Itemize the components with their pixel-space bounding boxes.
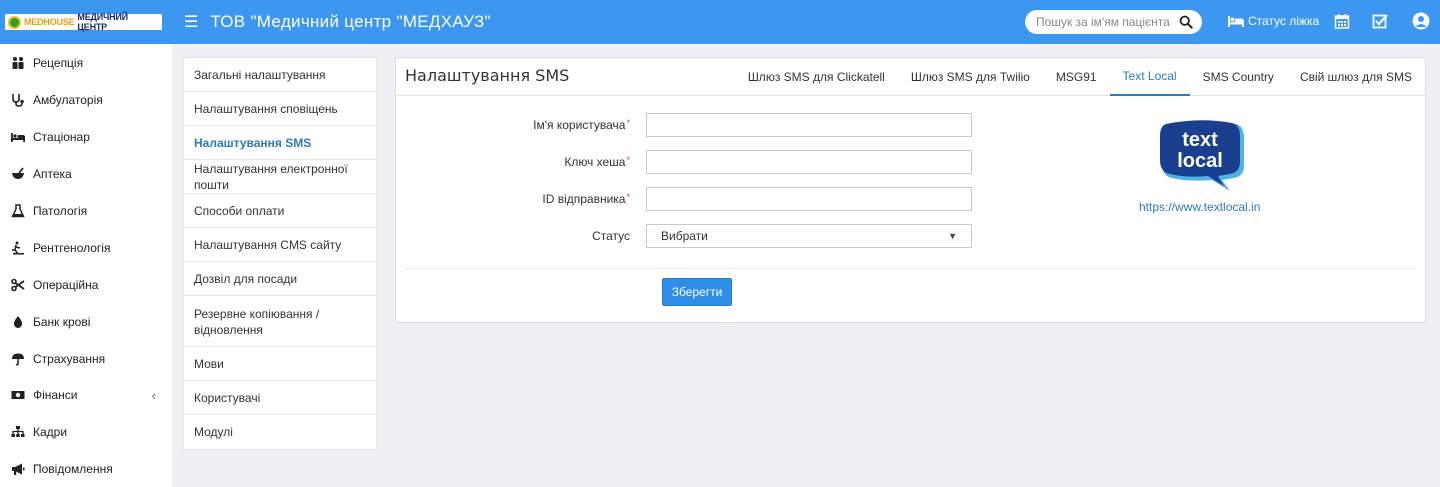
sitemap-icon	[11, 426, 25, 438]
blood-drop-icon	[13, 315, 23, 328]
sidebar-item-blood-bank[interactable]: Банк крові	[0, 303, 172, 340]
sidebar-item-label: Амбулаторія	[33, 93, 103, 108]
scissors-icon	[11, 278, 25, 292]
search-icon[interactable]	[1179, 15, 1193, 29]
sms-gateway-tabs: Шлюз SMS для Clickatell Шлюз SMS для Twi…	[735, 58, 1425, 96]
sidebar-item-operating[interactable]: Операційна	[0, 266, 172, 303]
sidebar-item-insurance[interactable]: Страхування	[0, 340, 172, 377]
logo-box: MEDHOUSE МЕДИЧНИЙ ЦЕНТР	[5, 12, 162, 32]
patient-search	[1025, 10, 1202, 34]
user-avatar-icon[interactable]	[1412, 12, 1430, 30]
tab-twilio[interactable]: Шлюз SMS для Twilio	[898, 58, 1043, 96]
settings-menu: Загальні налаштування Налаштування спові…	[183, 57, 377, 450]
sidebar-item-label: Операційна	[33, 277, 99, 292]
task-check-icon[interactable]	[1372, 13, 1388, 29]
stethoscope-icon	[12, 94, 24, 108]
textlocal-link[interactable]: https://www.textlocal.in	[1139, 200, 1260, 214]
sidebar-item-finance[interactable]: Фінанси ‹	[0, 377, 172, 414]
status-label: Статус	[592, 229, 630, 243]
sidebar-item-reception[interactable]: Рецепція	[0, 45, 172, 82]
tab-sms-country[interactable]: SMS Country	[1190, 58, 1287, 96]
tab-msg91[interactable]: MSG91	[1043, 58, 1110, 96]
status-row: Статус Вибрати ▼	[396, 224, 972, 248]
tab-text-local[interactable]: Text Local	[1109, 58, 1190, 96]
status-selected-value: Вибрати	[661, 229, 708, 243]
sender-id-input[interactable]	[646, 187, 972, 211]
settings-item-payment-methods[interactable]: Способи оплати	[184, 194, 376, 228]
settings-item-languages[interactable]: Мови	[184, 347, 376, 381]
patient-search-input[interactable]	[1036, 15, 1176, 29]
username-label: Ім'я користувача*	[533, 118, 630, 132]
sidebar-item-label: Банк крові	[33, 314, 91, 329]
sidebar-item-radiology[interactable]: Рентгенологія	[0, 229, 172, 266]
sidebar-item-label: Рецепція	[33, 56, 84, 71]
sidebar-item-label: Патологія	[33, 204, 88, 218]
sender-id-label: ID відправника*	[542, 192, 630, 206]
top-navbar: MEDHOUSE МЕДИЧНИЙ ЦЕНТР ☰ ТОВ "Медичний …	[0, 0, 1440, 44]
sidebar-item-label: Стаціонар	[33, 130, 90, 145]
textlocal-logo: text local	[1160, 120, 1244, 191]
settings-item-backup-restore[interactable]: Резервне копіювання / відновлення	[184, 296, 376, 347]
sidebar-item-messages[interactable]: Повідомлення	[0, 451, 172, 487]
chevron-left-icon: ‹	[151, 387, 156, 403]
sidebar-item-label: Кадри	[33, 425, 68, 440]
mortar-icon	[12, 167, 24, 180]
sidebar: Рецепція Амбулаторія Стаціонар Аптека Па…	[0, 44, 172, 487]
form-divider	[404, 268, 1417, 269]
sidebar-item-label: Страхування	[33, 351, 106, 366]
settings-item-role-permission[interactable]: Дозвіл для посади	[184, 262, 376, 296]
page-title: Налаштування SMS	[405, 66, 570, 85]
calendar-icon[interactable]	[1334, 13, 1350, 29]
umbrella-icon	[12, 353, 24, 366]
sidebar-item-pathology[interactable]: Патологія	[0, 193, 172, 230]
sms-settings-panel: Налаштування SMS Шлюз SMS для Clickatell…	[395, 57, 1426, 323]
sender-id-row: ID відправника*	[396, 187, 972, 211]
sidebar-item-label: Рентгенологія	[33, 240, 111, 255]
reception-icon	[12, 57, 24, 70]
settings-item-users[interactable]: Користувачі	[184, 381, 376, 415]
bed-status-link[interactable]: Статус ліжка	[1228, 14, 1319, 28]
bullhorn-icon	[12, 463, 25, 476]
save-button[interactable]: Зберегти	[662, 278, 732, 306]
bed-icon	[11, 133, 25, 143]
sidebar-item-pharmacy[interactable]: Аптека	[0, 156, 172, 193]
username-input[interactable]	[646, 113, 972, 137]
sidebar-item-label: Аптека	[33, 167, 72, 182]
textlocal-logo-line2: local	[1177, 150, 1223, 172]
logo-subtitle-text: МЕДИЧНИЙ ЦЕНТР	[77, 12, 128, 32]
bed-status-label: Статус ліжка	[1248, 14, 1320, 28]
brand-logo[interactable]: MEDHOUSE МЕДИЧНИЙ ЦЕНТР	[0, 0, 172, 44]
xray-icon	[12, 241, 24, 255]
tab-custom-gateway[interactable]: Свій шлюз для SMS	[1287, 58, 1425, 96]
tab-clickatell[interactable]: Шлюз SMS для Clickatell	[735, 58, 898, 96]
hospital-title: ТОВ "Медичний центр "МЕДХАУЗ"	[210, 12, 491, 31]
caret-down-icon: ▼	[948, 231, 957, 241]
money-icon	[11, 391, 25, 400]
flask-icon	[11, 204, 25, 218]
settings-item-modules[interactable]: Модулі	[184, 415, 376, 449]
settings-item-notifications[interactable]: Налаштування сповіщень	[184, 92, 376, 126]
logo-brand-text: MEDHOUSE	[24, 17, 75, 27]
username-row: Ім'я користувача*	[396, 113, 972, 137]
hamburger-menu-icon[interactable]: ☰	[184, 12, 198, 32]
panel-header: Налаштування SMS Шлюз SMS для Clickatell…	[396, 58, 1425, 96]
hash-key-label: Ключ хеша*	[564, 155, 630, 169]
status-select[interactable]: Вибрати ▼	[646, 224, 972, 248]
hash-key-row: Ключ хеша*	[396, 150, 972, 174]
sidebar-item-hr[interactable]: Кадри	[0, 414, 172, 451]
logo-seal-icon	[8, 15, 21, 29]
hash-key-input[interactable]	[646, 150, 972, 174]
settings-item-cms[interactable]: Налаштування CMS сайту	[184, 228, 376, 262]
settings-item-email[interactable]: Налаштування електронної пошти	[184, 160, 376, 194]
sidebar-item-label: Повідомлення	[33, 462, 113, 477]
sidebar-item-label: Фінанси	[33, 388, 78, 403]
bed-icon	[1228, 15, 1244, 27]
sidebar-item-inpatient[interactable]: Стаціонар	[0, 119, 172, 156]
settings-item-sms[interactable]: Налаштування SMS	[184, 126, 376, 160]
settings-item-general[interactable]: Загальні налаштування	[184, 58, 376, 92]
sidebar-item-ambulatory[interactable]: Амбулаторія	[0, 82, 172, 119]
textlocal-logo-line1: text	[1182, 129, 1218, 151]
